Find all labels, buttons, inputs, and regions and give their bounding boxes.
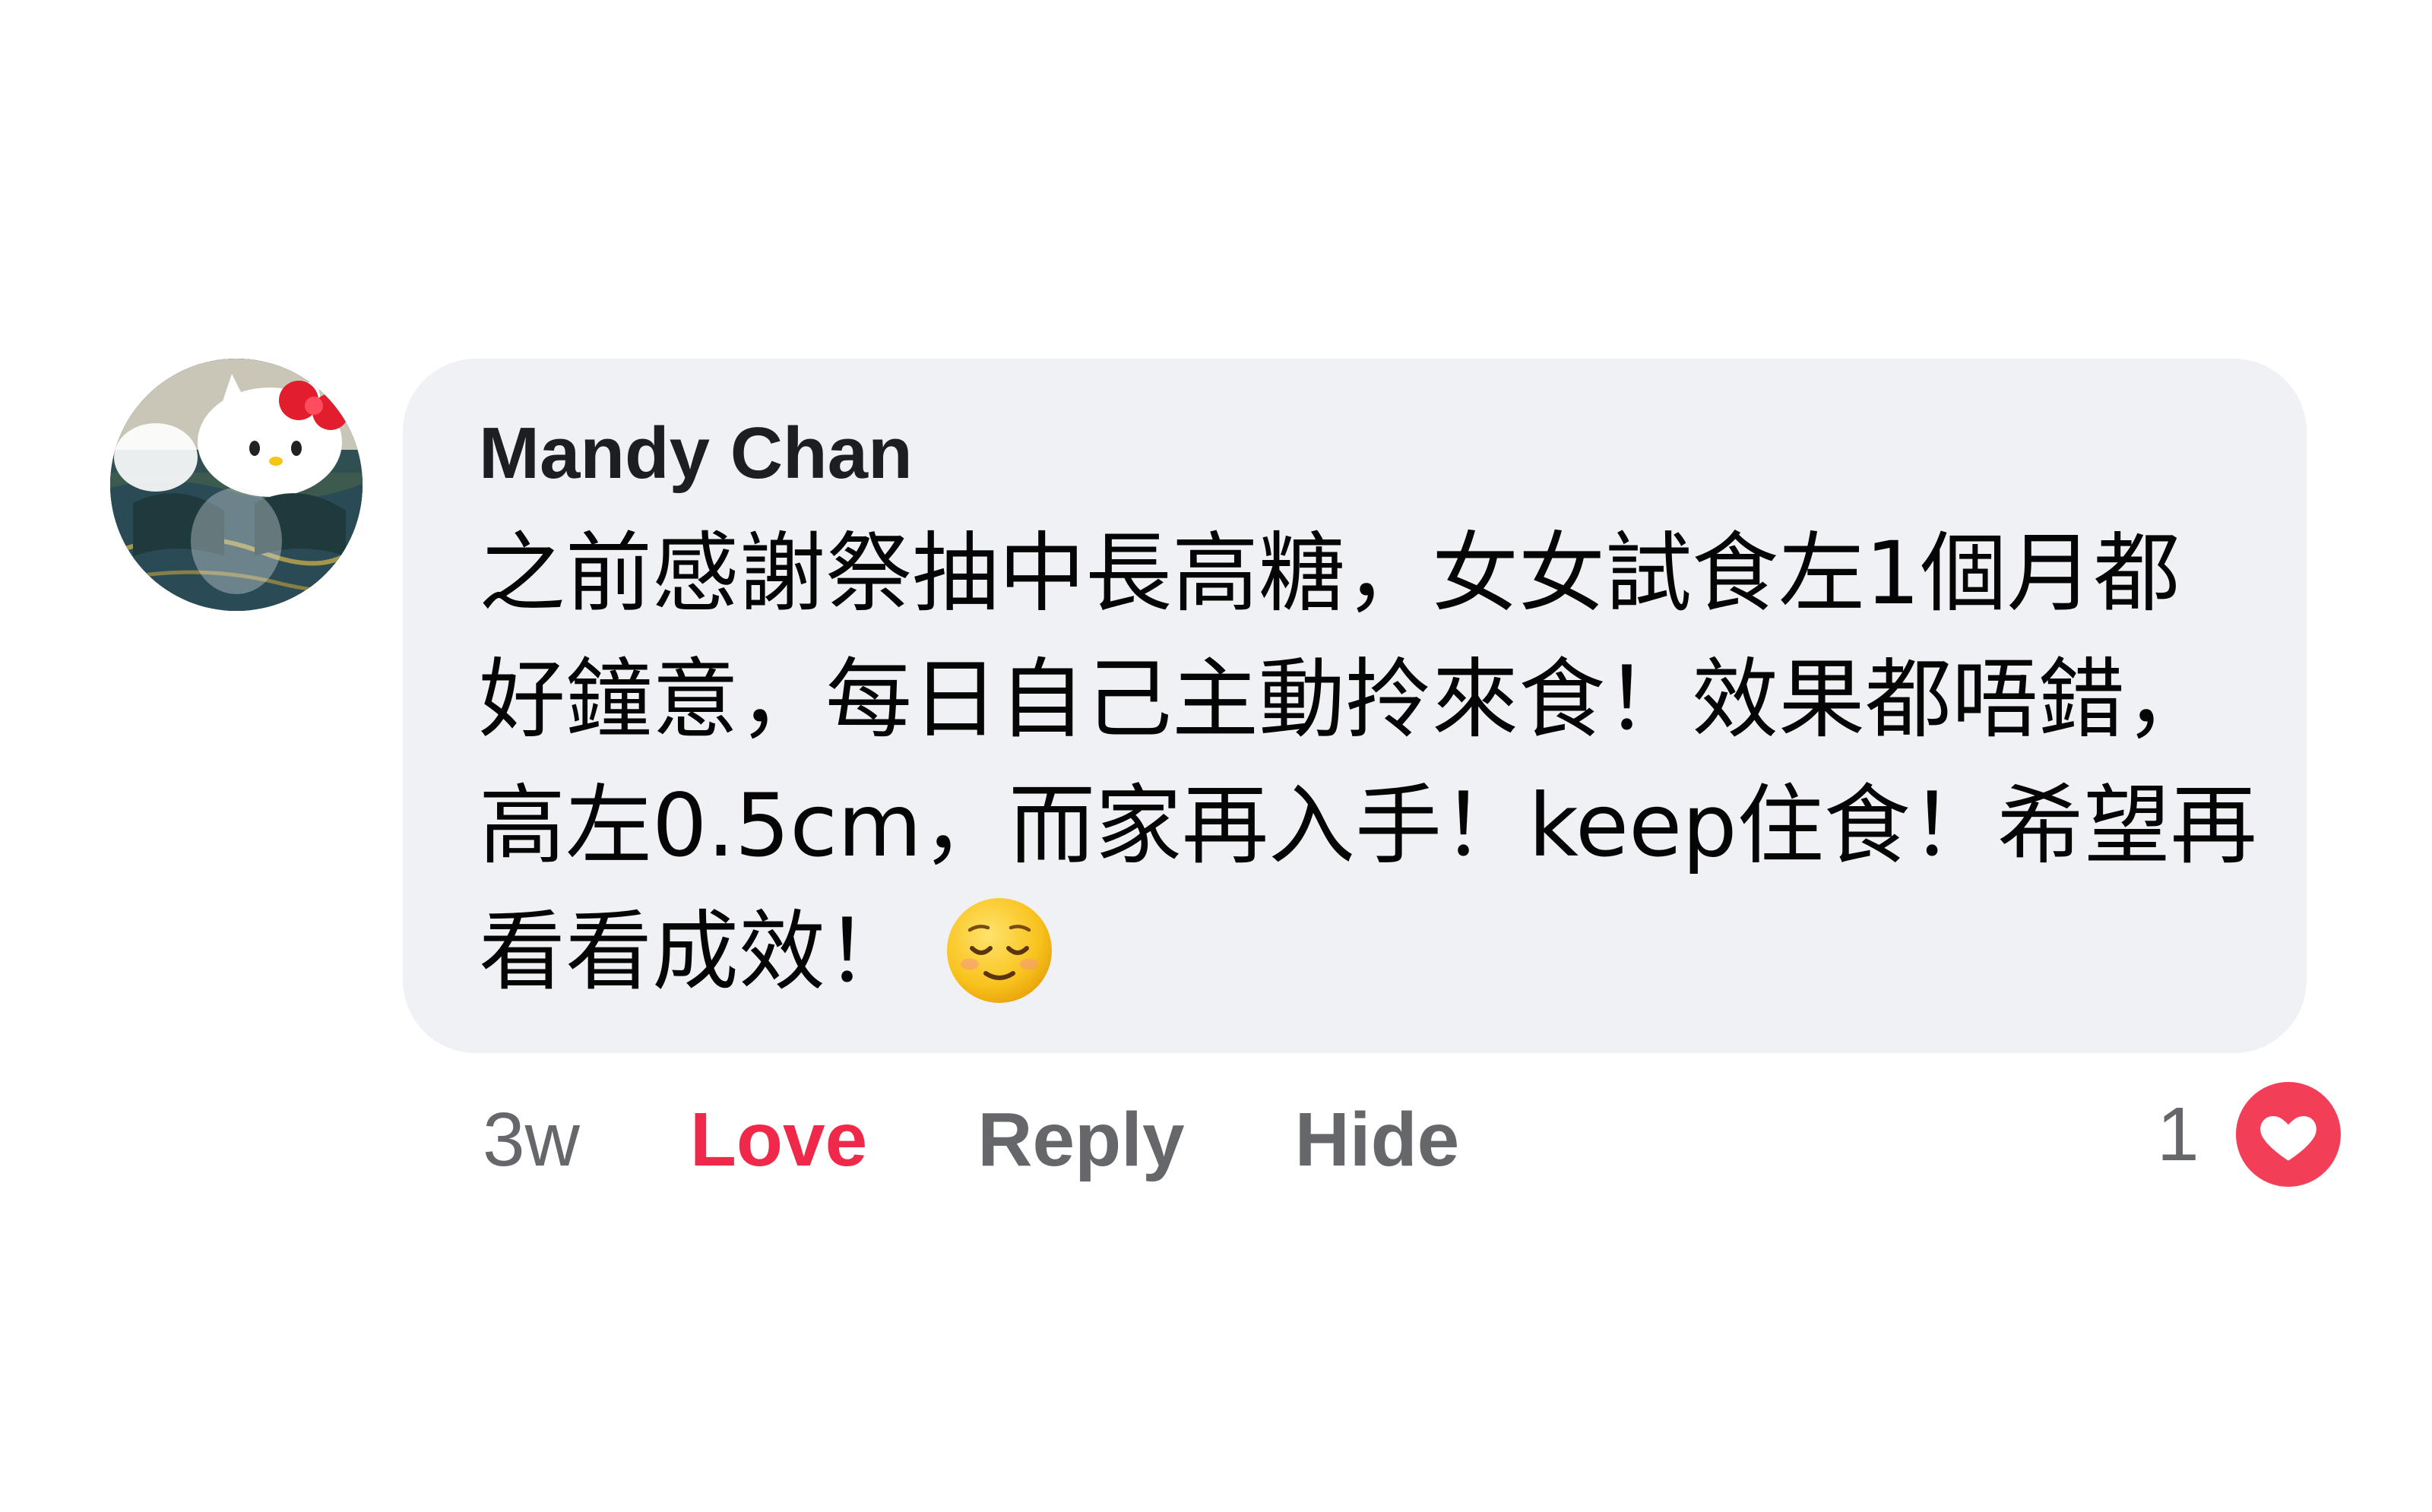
- heart-icon: [2229, 1076, 2347, 1193]
- hide-button[interactable]: Hide: [1295, 1087, 1460, 1193]
- reaction-summary[interactable]: 1: [2157, 1076, 2347, 1193]
- comment-timestamp[interactable]: 3w: [483, 1087, 580, 1193]
- comment: Mandy Chan 之前感謝祭抽中長高糖，女女試食左1個月都好鐘意，每日自己主…: [0, 0, 2432, 1512]
- reply-button[interactable]: Reply: [977, 1087, 1184, 1193]
- comment-bubble: Mandy Chan 之前感謝祭抽中長高糖，女女試食左1個月都好鐘意，每日自己主…: [403, 359, 2307, 1053]
- hello-kitty-avatar: [110, 359, 363, 611]
- comment-actions: 3w Love Reply Hide: [483, 1087, 1459, 1193]
- love-button[interactable]: Love: [690, 1087, 867, 1193]
- comment-body: 之前感謝祭抽中長高糖，女女試食左1個月都好鐘意，每日自己主動拎來食！效果都唔錯，…: [479, 511, 2257, 1015]
- comment-text: 之前感謝祭抽中長高糖，女女試食左1個月都好鐘意，每日自己主動拎來食！效果都唔錯，…: [479, 523, 2257, 1002]
- avatar[interactable]: [110, 359, 363, 611]
- comment-author[interactable]: Mandy Chan: [479, 404, 913, 503]
- relieved-face-emoji: [947, 897, 1053, 1003]
- reaction-count: 1: [2157, 1091, 2199, 1177]
